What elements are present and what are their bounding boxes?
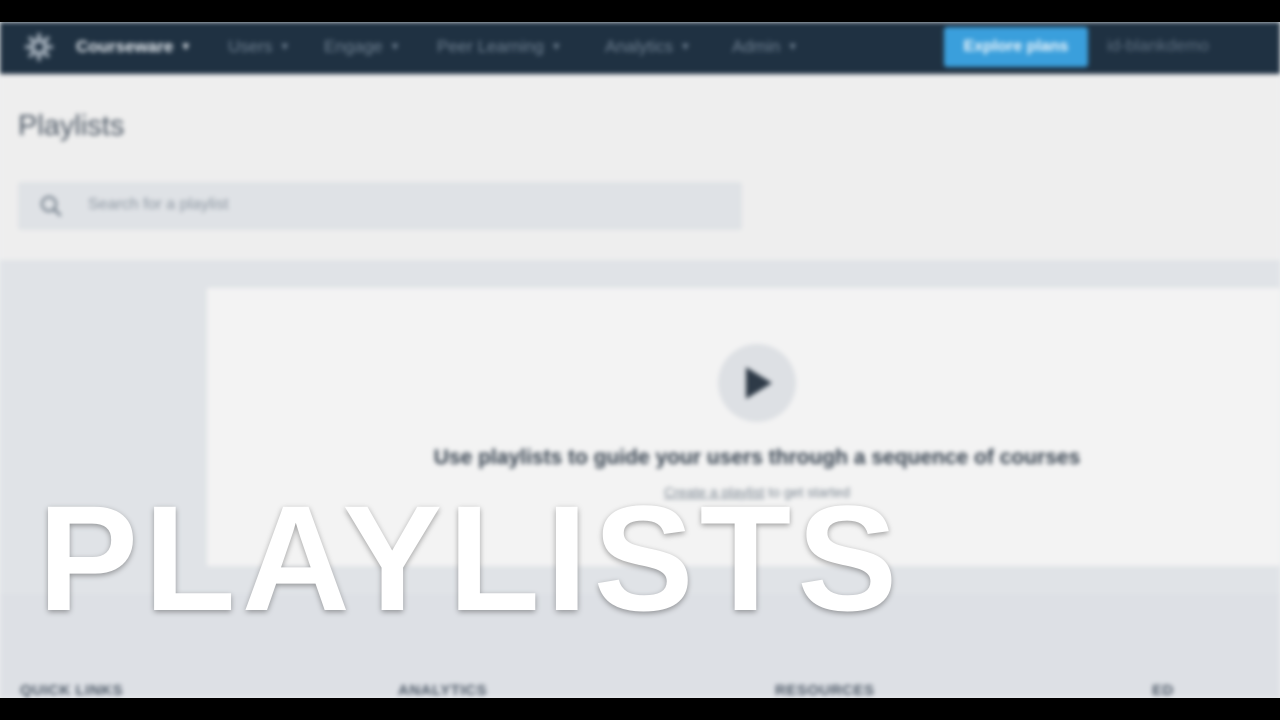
gear-icon[interactable] [22, 30, 56, 64]
footer-heading-ed: ED [1152, 682, 1174, 698]
chevron-down-icon: ▼ [279, 41, 291, 53]
chevron-down-icon: ▼ [389, 41, 401, 53]
chevron-down-icon: ▼ [680, 41, 691, 53]
nav-item-admin[interactable]: Admin ▼ [732, 36, 798, 58]
search-icon [40, 195, 62, 217]
footer-heading-analytics: ANALYTICS [398, 682, 487, 698]
account-menu[interactable]: id-blankdemo [1107, 36, 1209, 56]
top-navigation: Courseware ▼ Users ▼ Engage ▼ Peer Learn… [0, 22, 1280, 74]
nav-item-courseware[interactable]: Courseware ▼ [76, 36, 191, 58]
explore-plans-button[interactable]: Explore plans [944, 27, 1088, 67]
chevron-down-icon: ▼ [787, 41, 799, 53]
chevron-down-icon: ▼ [180, 41, 192, 53]
nav-item-engage[interactable]: Engage ▼ [324, 36, 401, 58]
app-frame: Courseware ▼ Users ▼ Engage ▼ Peer Learn… [0, 22, 1280, 698]
nav-item-analytics[interactable]: Analytics ▼ [605, 36, 691, 58]
empty-state-title: Use playlists to guide your users throug… [433, 446, 1081, 469]
play-icon [718, 344, 796, 422]
nav-item-label: Users [228, 37, 273, 56]
search-placeholder: Search for a playlist [88, 196, 229, 213]
nav-item-label: Analytics [605, 37, 674, 56]
nav-item-label: Peer Learning [437, 37, 544, 56]
overlay-title: PLAYLISTS [38, 474, 904, 642]
page-header: Playlists Search for a playlist [0, 74, 1280, 260]
nav-item-label: Admin [732, 37, 781, 56]
nav-item-peer-learning[interactable]: Peer Learning ▼ [437, 36, 562, 58]
footer-heading-resources: RESOURCES [775, 682, 875, 698]
nav-item-users[interactable]: Users ▼ [228, 36, 290, 58]
search-input[interactable]: Search for a playlist [18, 182, 742, 230]
footer-heading-quick-links: QUICK LINKS [20, 682, 123, 698]
page-title: Playlists [18, 110, 125, 142]
nav-item-label: Engage [324, 37, 383, 56]
nav-item-label: Courseware [76, 37, 174, 56]
chevron-down-icon: ▼ [550, 41, 562, 53]
